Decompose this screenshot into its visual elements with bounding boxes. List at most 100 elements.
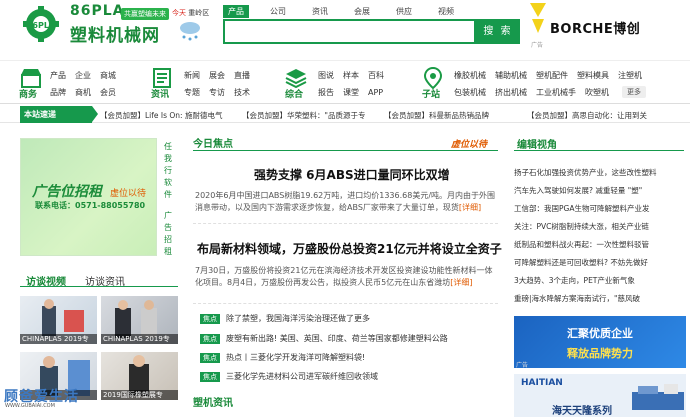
nav-link[interactable]: 吹塑机	[585, 88, 609, 97]
news-title[interactable]: 除了禁塑，我国海洋污染治理还做了更多	[226, 314, 370, 323]
borche-brand-text[interactable]: BORCHE博创	[550, 18, 640, 37]
nav-link[interactable]: 报告	[318, 88, 334, 97]
thumbnail-caption: 2019国际橡塑展专	[101, 390, 178, 400]
logo-gear-icon[interactable]: 86PLA	[20, 6, 62, 42]
news-title[interactable]: 三菱化学先进材料公司进军碳纤维回收领域	[226, 372, 378, 381]
news-list-item[interactable]: 焦点 三菱化学先进材料公司进军碳纤维回收领域	[200, 371, 378, 382]
news-title[interactable]: 废塑有新出路! 美国、英国、印度、荷兰等国家都修建塑料公路	[226, 334, 448, 343]
haitian-subtitle: 海天天隆系列	[552, 406, 612, 417]
nav-link[interactable]: 直播	[234, 71, 250, 80]
logo-text-cn[interactable]: 塑料机械网	[70, 21, 160, 46]
read-more-link[interactable]: [详细]	[459, 203, 481, 212]
editor-list-item[interactable]: 3大趋势、3个走向，PET产业新气象	[514, 275, 635, 286]
news-icon	[153, 68, 171, 88]
city-name: 重岭区	[188, 9, 210, 17]
news-title[interactable]: 热点丨三菱化学开发海洋可降解塑料袋!	[226, 353, 365, 362]
nav-link[interactable]: 辅助机械	[495, 71, 527, 80]
editor-list-item[interactable]: 纸制品和塑料战火再起：一次性塑料驳管	[514, 239, 649, 250]
haitian-logo: HAITIAN	[521, 378, 563, 388]
ad-banner-line1: 汇聚优质企业	[567, 327, 633, 340]
nav-link[interactable]: 塑料模具	[577, 71, 609, 80]
news-list-item[interactable]: 焦点 除了禁塑，我国海洋污染治理还做了更多	[200, 313, 370, 324]
ticker-item[interactable]: 【会员加盟】Life Is On: 施耐德电气	[100, 110, 222, 121]
nav-link[interactable]: 挤出机械	[495, 88, 527, 97]
tab-interview-video[interactable]: 访谈视频	[26, 273, 66, 288]
vacancy-badge[interactable]: 虚位以待	[451, 137, 487, 150]
video-thumbnail[interactable]: CHINAPLAS 2019专	[20, 296, 97, 344]
search-input[interactable]	[223, 19, 476, 44]
nav-link[interactable]: 产品	[50, 71, 66, 80]
search-tab-expo[interactable]: 会展	[349, 5, 375, 18]
focus-badge: 焦点	[200, 334, 220, 344]
nav-link[interactable]: APP	[368, 88, 383, 97]
nav-link[interactable]: 企业	[75, 71, 91, 80]
search-tab-news[interactable]: 资讯	[307, 5, 333, 18]
nav-link[interactable]: 展会	[209, 71, 225, 80]
section-title-editor[interactable]: 编辑视角	[517, 136, 557, 151]
nav-link[interactable]: 包装机械	[454, 88, 486, 97]
nav-link[interactable]: 注塑机	[618, 71, 642, 80]
section-title-today[interactable]: 今日焦点	[193, 135, 233, 150]
headline-1[interactable]: 强势支撑 6月ABS进口量同环比双增	[254, 166, 450, 183]
logo-text-en[interactable]: 86PLA	[70, 3, 125, 19]
search-tab-video[interactable]: 视频	[433, 5, 459, 18]
nav-link[interactable]: 图说	[318, 71, 334, 80]
editor-list-item[interactable]: 工信部：我国PGA生物可降解塑料产业发	[514, 203, 649, 214]
tab-interview-news[interactable]: 访谈资讯	[85, 273, 125, 288]
article-summary-1: 2020年6月中国进口ABS树脂19.62万吨，进口均价1336.68美元/吨。…	[195, 190, 495, 214]
nav-link[interactable]: 技术	[234, 88, 250, 97]
headline-2[interactable]: 布局新材料领域，万盛股份总投资21亿元并将设立全资子	[197, 240, 502, 257]
nav-link[interactable]: 百科	[368, 71, 384, 80]
summary-line: 化项目。8月4日，万盛股份再发公告，拟投资人民币5亿元在山东省潍坊	[195, 278, 451, 287]
nav-link[interactable]: 课堂	[343, 88, 359, 97]
thumbnail-caption: CHINAPLAS 2019专	[20, 334, 97, 344]
divider	[193, 303, 498, 304]
ticker-item[interactable]: 【会员加盟】高思自动化：让用到关	[527, 110, 647, 121]
injection-machine-image	[632, 384, 684, 410]
nav-link[interactable]: 专题	[184, 88, 200, 97]
news-list-item[interactable]: 焦点 热点丨三菱化学开发海洋可降解塑料袋!	[200, 352, 365, 363]
focus-badge: 焦点	[200, 314, 220, 324]
video-thumbnail[interactable]: CHINAPLAS 2019专	[101, 296, 178, 344]
search-tab-supply[interactable]: 供应	[391, 5, 417, 18]
vertical-ad-char: 告	[164, 223, 172, 232]
nav-link[interactable]: 塑机配件	[536, 71, 568, 80]
city-weather-label[interactable]: 今天 重岭区	[172, 8, 209, 18]
nav-title-substations[interactable]: 子站	[422, 87, 440, 100]
nav-link[interactable]: 橡胶机械	[454, 71, 486, 80]
nav-link[interactable]: 样本	[343, 71, 359, 80]
search-button[interactable]: 搜 索	[476, 19, 520, 44]
editor-list-item[interactable]: 扬子石化加强投资优势产业，这些改性塑料	[514, 167, 657, 178]
nav-row-news-1: 新闻 展会 直播	[184, 70, 259, 81]
search-tab-company[interactable]: 公司	[265, 5, 291, 18]
editor-list-item[interactable]: 汽车先入驾驶如何发展? 减重轻量 "塑"	[514, 185, 642, 196]
vertical-ad-char: 软	[164, 178, 172, 187]
nav-link[interactable]: 工业机械手	[536, 88, 576, 97]
ad-banner-line2: 释放品牌势力	[567, 347, 633, 360]
summary-line: 7月30日，万盛股份将投资21亿元在滨海经济技术开发区投资建设功能性新材料一体	[195, 266, 493, 275]
news-list-item[interactable]: 焦点 废塑有新出路! 美国、英国、印度、荷兰等国家都修建塑料公路	[200, 333, 448, 344]
read-more-link[interactable]: [详细]	[450, 278, 472, 287]
ad-tag: 广告	[531, 42, 544, 49]
ticker-item[interactable]: 【会员加盟】科曼新品热销品牌	[384, 110, 489, 121]
nav-link[interactable]: 专访	[209, 88, 225, 97]
nav-title-news[interactable]: 资讯	[151, 87, 169, 100]
nav-row-substations-2: 包装机械 挤出机械 工业机械手 吹塑机	[454, 87, 618, 98]
location-icon	[423, 67, 443, 89]
nav-title-general[interactable]: 综合	[285, 87, 303, 100]
ticker-item[interactable]: 【会员加盟】华荣塑料："品质源于专	[242, 110, 365, 121]
nav-link[interactable]: 新闻	[184, 71, 200, 80]
nav-link[interactable]: 品牌	[50, 88, 66, 97]
editor-list-item[interactable]: 可降解塑料还是可回收塑料? 不妨先做好	[514, 257, 648, 268]
nav-more-button[interactable]: 更多	[622, 86, 646, 98]
editor-list-item[interactable]: 关注：PVC树脂制持续大涨，相关产业链	[514, 221, 649, 232]
section-title-machine-news[interactable]: 塑机资讯	[193, 394, 233, 409]
nav-link[interactable]: 商城	[100, 71, 116, 80]
video-thumbnail[interactable]: 2019国际橡塑展专	[101, 352, 178, 400]
search-tab-product[interactable]: 产品	[223, 5, 249, 18]
vertical-ad-char: 任	[164, 142, 172, 151]
nav-title-business[interactable]: 商务	[19, 87, 37, 100]
nav-link[interactable]: 会员	[100, 88, 116, 97]
nav-link[interactable]: 商机	[75, 88, 91, 97]
editor-list-item[interactable]: 重磅|海水降解方案海南试行，"慈风破	[514, 293, 640, 304]
